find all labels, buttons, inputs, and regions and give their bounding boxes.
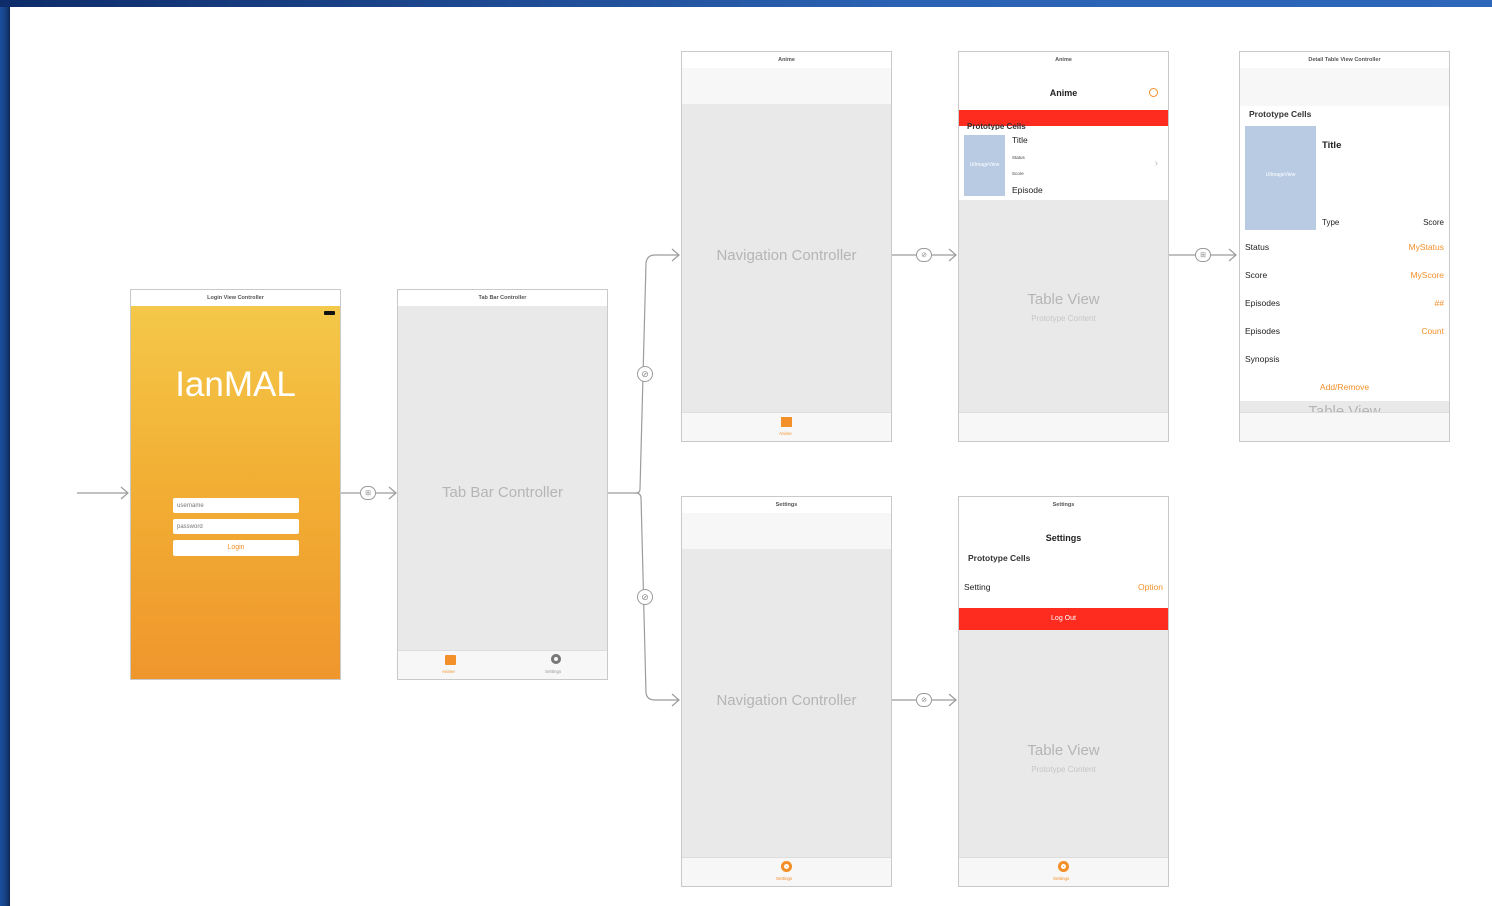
section-header: Prototype Cells	[1249, 109, 1312, 119]
navigation-bar	[682, 68, 891, 104]
navigation-bar	[682, 513, 891, 549]
tab-bar[interactable]: Anime Settings	[398, 650, 607, 679]
tab-bar[interactable]: Anime	[682, 412, 891, 441]
cell-episode: Episode	[1012, 185, 1043, 195]
cell-score: Score	[1012, 171, 1024, 176]
row-label: Status	[1245, 242, 1270, 252]
tab-bar	[1240, 412, 1449, 441]
gear-icon[interactable]	[551, 654, 561, 664]
scene-header: Anime	[682, 52, 891, 69]
row-value: Count	[1421, 326, 1444, 336]
battery-icon	[324, 311, 335, 315]
scene-header: Settings	[682, 497, 891, 514]
scene-header: Anime	[959, 52, 1168, 69]
anime-table-view-controller[interactable]: Anime Anime Prototype Cells UIImageView …	[958, 51, 1169, 442]
detail-table-view-controller[interactable]: Detail Table View Controller Prototype C…	[1239, 51, 1450, 442]
tab-settings-label[interactable]: Settings	[545, 669, 561, 674]
gear-icon[interactable]	[1058, 861, 1069, 872]
scene-header: Login View Controller	[131, 290, 340, 307]
settings-table-view-controller[interactable]: Settings Settings Prototype Cells Settin…	[958, 496, 1169, 887]
password-field[interactable]	[173, 519, 299, 534]
add-remove-button[interactable]: Add/Remove	[1240, 382, 1449, 392]
detail-row[interactable]: Status MyStatus	[1240, 233, 1449, 262]
login-button[interactable]: Login	[173, 540, 299, 556]
image-view-label: UIImageView	[969, 162, 1000, 168]
scene-header: Settings	[959, 497, 1168, 514]
username-field[interactable]	[173, 498, 299, 513]
detail-title: Title	[1322, 140, 1342, 151]
anime-tab-icon[interactable]	[445, 655, 456, 665]
detail-type: Type	[1322, 218, 1340, 227]
tab-anime-label[interactable]: Anime	[779, 431, 792, 436]
detail-row[interactable]: Score MyScore	[1240, 261, 1449, 290]
search-icon[interactable]	[1149, 88, 1158, 97]
row-value: MyStatus	[1408, 242, 1444, 252]
log-out-button[interactable]: Log Out	[959, 608, 1168, 630]
app-title: IanMAL	[175, 365, 296, 404]
table-view-label: Table View	[1027, 742, 1100, 759]
section-header: Prototype Cells	[968, 553, 1031, 563]
segue-root-badge-bottom[interactable]: ⊘	[916, 693, 932, 707]
prototype-cell[interactable]: Prototype Cells UIImageView Title Status…	[959, 122, 1168, 200]
navigation-bar	[1240, 68, 1449, 106]
tab-bar-controller-label: Tab Bar Controller	[442, 484, 563, 501]
login-background	[131, 306, 340, 679]
setting-label[interactable]: Setting	[964, 582, 990, 592]
nav-title: Settings	[1045, 533, 1082, 543]
window-top-bar	[0, 0, 1492, 7]
table-view-sublabel: Prototype Content	[1031, 314, 1096, 323]
tab-anime-label[interactable]: Anime	[442, 669, 455, 674]
row-label: Score	[1245, 270, 1268, 280]
row-label: Episodes	[1245, 298, 1280, 308]
detail-row[interactable]: Episodes Count	[1240, 317, 1449, 346]
chevron-right-icon: ›	[1154, 158, 1158, 169]
segue-relationship-badge-bottom[interactable]: ⊘	[637, 589, 653, 605]
cell-status: Status	[1012, 155, 1025, 160]
section-header: Prototype Cells	[967, 122, 1026, 130]
add-remove-row[interactable]: Add/Remove	[1240, 373, 1449, 402]
anime-tab-icon[interactable]	[781, 417, 792, 427]
detail-row[interactable]: Episodes ##	[1240, 289, 1449, 318]
cell-title: Title	[1012, 135, 1028, 145]
table-view-label: Table View	[1027, 291, 1100, 308]
segue-relationship-badge-top[interactable]: ⊘	[637, 366, 653, 382]
detail-row[interactable]: Synopsis	[1240, 345, 1449, 374]
segue-root-badge-top[interactable]: ⊘	[916, 248, 932, 262]
row-value: MyScore	[1410, 270, 1444, 280]
segue-present-badge-login[interactable]: ⊞	[360, 486, 376, 500]
image-view-label: UIImageView	[1265, 172, 1296, 178]
row-label: Episodes	[1245, 326, 1280, 336]
detail-score-label: Score	[1423, 218, 1444, 227]
navigation-controller-settings[interactable]: Settings Navigation Controller Settings	[681, 496, 892, 887]
navigation-controller-label: Navigation Controller	[716, 692, 857, 709]
segue-show-badge-detail[interactable]: ⊞	[1195, 248, 1211, 262]
tab-bar[interactable]: Settings	[682, 857, 891, 886]
tab-bar[interactable]: Settings	[959, 857, 1168, 886]
tab-bar-controller[interactable]: Tab Bar Controller Tab Bar Controller An…	[397, 289, 608, 680]
scene-header: Detail Table View Controller	[1240, 52, 1449, 69]
tab-settings-label[interactable]: Settings	[1053, 876, 1069, 881]
tab-settings-label[interactable]: Settings	[776, 876, 792, 881]
tab-bar	[959, 412, 1168, 441]
navigation-controller-label: Navigation Controller	[716, 247, 857, 264]
gear-icon[interactable]	[781, 861, 792, 872]
table-view-sublabel: Prototype Content	[1031, 765, 1096, 774]
scene-header: Tab Bar Controller	[398, 290, 607, 307]
login-view-controller[interactable]: Login View Controller IanMAL Login	[130, 289, 341, 680]
tabbar-body	[398, 306, 607, 651]
row-label: Synopsis	[1245, 354, 1280, 364]
setting-value[interactable]: Option	[1138, 582, 1163, 592]
detail-image-view: UIImageView	[1245, 126, 1316, 230]
navigation-controller-anime[interactable]: Anime Navigation Controller Anime	[681, 51, 892, 442]
nav-title: Anime	[1049, 88, 1078, 98]
cell-image-view: UIImageView	[964, 135, 1005, 196]
storyboard-canvas[interactable]: ⊞ ⊘ ⊘ ⊘ ⊘ ⊞ Login View Controller IanMAL…	[10, 7, 1492, 906]
row-value: ##	[1434, 298, 1444, 308]
